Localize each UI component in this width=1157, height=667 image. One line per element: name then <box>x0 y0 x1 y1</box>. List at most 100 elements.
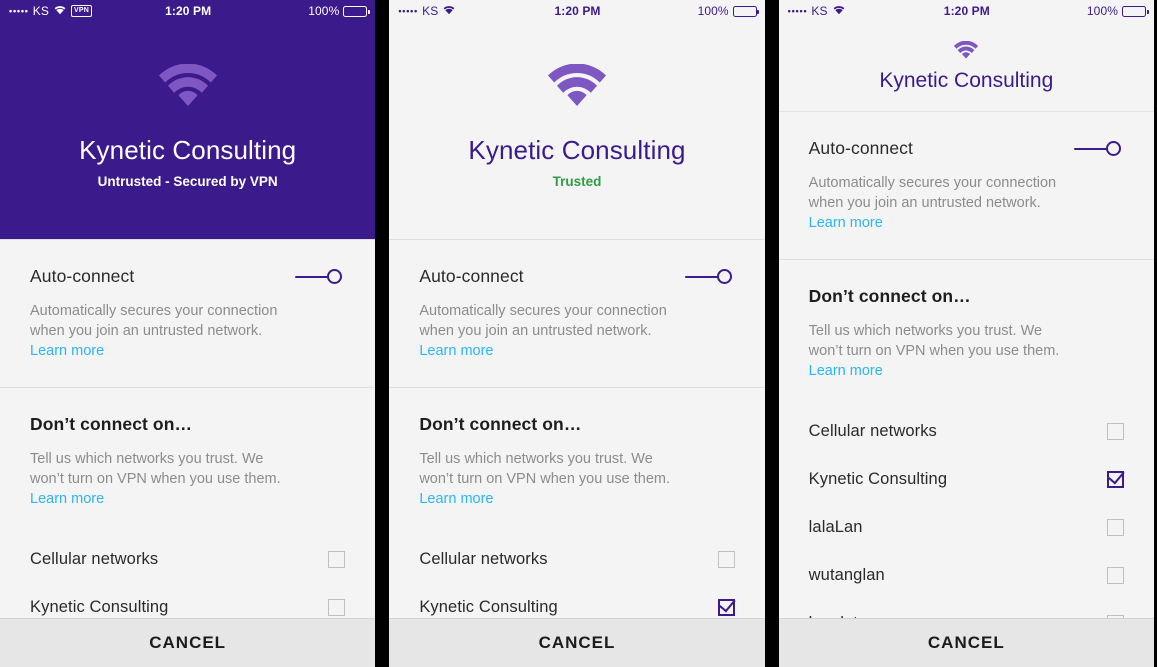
network-name: Kynetic Consulting <box>468 135 686 166</box>
network-item-checkbox[interactable] <box>717 550 735 568</box>
status-bar-left: ••••• KS <box>398 4 554 18</box>
status-bar-right: 100% <box>211 4 370 18</box>
auto-connect-row[interactable]: Auto-connect <box>30 240 345 287</box>
battery-percent-label: 100% <box>697 4 729 18</box>
learn-more-link-2[interactable]: Learn more <box>419 491 493 507</box>
auto-connect-description: Automatically secures your connection wh… <box>30 301 292 387</box>
toggle-knob <box>716 269 732 284</box>
dont-connect-description: Tell us which networks you trust. We won… <box>30 449 298 535</box>
dont-connect-description-text: Tell us which networks you trust. We won… <box>419 451 670 487</box>
network-item-label: Cellular networks <box>419 549 548 568</box>
network-name: Kynetic Consulting <box>879 68 1054 92</box>
toggle-knob <box>1105 141 1121 156</box>
network-status-label: Untrusted - Secured by VPN <box>97 173 278 189</box>
auto-connect-toggle[interactable] <box>1073 139 1124 159</box>
signal-strength-dots-icon: ••••• <box>787 5 808 16</box>
network-item-checkbox[interactable] <box>1106 422 1124 440</box>
cancel-button[interactable]: CANCEL <box>389 618 765 667</box>
network-list-item[interactable]: Cellular networks <box>419 535 735 583</box>
battery-icon <box>1122 5 1149 17</box>
status-bar-clock: 1:20 PM <box>943 4 990 18</box>
network-item-label: wutanglan <box>808 565 885 584</box>
three-phone-screenshots: ••••• KS VPN 1:20 PM 100% Kynetic Consul… <box>0 0 1157 667</box>
network-list-item[interactable]: lalaLan <box>809 503 1124 551</box>
network-hero-header: Kynetic Consulting Trusted <box>389 22 765 239</box>
auto-connect-toggle[interactable] <box>295 267 345 287</box>
cancel-button[interactable]: CANCEL <box>778 618 1154 667</box>
network-item-checkbox-checked[interactable] <box>717 598 735 616</box>
dont-connect-title: Don’t connect on… <box>419 414 582 434</box>
auto-connect-description: Automatically secures your connection wh… <box>809 173 1071 259</box>
network-status-label: Trusted <box>552 173 602 189</box>
screenshot-divider <box>375 0 390 667</box>
status-bar-left: ••••• KS VPN <box>9 4 165 18</box>
wifi-small-icon <box>953 40 979 64</box>
status-bar-clock: 1:20 PM <box>554 4 601 18</box>
carrier-label: KS <box>422 4 439 18</box>
status-bar-left: ••••• KS <box>788 4 944 18</box>
network-list-item[interactable]: lanalot <box>809 599 1124 618</box>
status-bar-right: 100% <box>990 4 1149 18</box>
status-bar-right: 100% <box>601 4 760 18</box>
battery-icon <box>732 5 760 17</box>
auto-connect-label: Auto-connect <box>30 266 135 286</box>
auto-connect-row[interactable]: Auto-connect <box>419 240 734 287</box>
network-item-checkbox-checked[interactable] <box>1106 470 1124 488</box>
network-item-label: Kynetic Consulting <box>30 597 169 616</box>
dont-connect-section: Don’t connect on… Tell us which networks… <box>778 259 1154 618</box>
battery-icon <box>343 5 370 17</box>
status-bar: ••••• KS 1:20 PM 100% <box>389 0 765 22</box>
network-item-checkbox[interactable] <box>1106 518 1124 536</box>
network-list-item[interactable]: wutanglan <box>809 551 1124 599</box>
learn-more-link[interactable]: Learn more <box>30 343 104 359</box>
wifi-large-icon <box>546 63 608 112</box>
learn-more-link-2[interactable]: Learn more <box>809 363 883 379</box>
carrier-label: KS <box>811 4 828 18</box>
auto-connect-section: Auto-connect Automatically secures your … <box>778 112 1154 259</box>
cancel-button[interactable]: CANCEL <box>0 618 376 667</box>
learn-more-link[interactable]: Learn more <box>419 343 493 359</box>
network-compact-header: Kynetic Consulting <box>778 22 1154 112</box>
auto-connect-toggle[interactable] <box>684 267 735 287</box>
wifi-status-icon <box>832 4 846 18</box>
dont-connect-description-text: Tell us which networks you trust. We won… <box>808 323 1060 359</box>
network-list-item[interactable]: Cellular networks <box>30 535 346 583</box>
dont-connect-section: Don’t connect on… Tell us which networks… <box>389 387 765 618</box>
settings-content: Auto-connect Automatically secures your … <box>389 239 765 618</box>
network-item-checkbox[interactable] <box>328 550 346 568</box>
auto-connect-label: Auto-connect <box>808 138 913 158</box>
network-item-checkbox[interactable] <box>1106 566 1124 584</box>
status-bar: ••••• KS VPN 1:20 PM 100% <box>0 0 376 22</box>
auto-connect-description-text: Automatically secures your connection wh… <box>30 303 278 339</box>
dont-connect-description-text: Tell us which networks you trust. We won… <box>30 451 281 487</box>
status-bar: ••••• KS 1:20 PM 100% <box>778 0 1154 22</box>
network-item-checkbox[interactable] <box>328 598 346 616</box>
network-item-checkbox[interactable] <box>1106 614 1124 618</box>
auto-connect-row[interactable]: Auto-connect <box>809 112 1124 159</box>
network-hero-header: Kynetic Consulting Untrusted - Secured b… <box>0 22 376 239</box>
vpn-badge-icon: VPN <box>70 5 92 17</box>
network-list-item[interactable]: Kynetic Consulting <box>419 583 735 618</box>
auto-connect-description-text: Automatically secures your connection wh… <box>808 175 1057 211</box>
toggle-track <box>295 275 330 278</box>
signal-strength-dots-icon: ••••• <box>9 5 29 16</box>
network-list-item[interactable]: Cellular networks <box>809 407 1124 455</box>
dont-connect-section: Don’t connect on… Tell us which networks… <box>0 387 376 618</box>
network-list-item[interactable]: Kynetic Consulting <box>809 455 1124 503</box>
wifi-large-icon <box>157 63 219 112</box>
network-item-label: Kynetic Consulting <box>808 469 948 488</box>
auto-connect-section: Auto-connect Automatically secures your … <box>389 239 765 387</box>
toggle-track <box>1073 147 1108 150</box>
network-item-label: Cellular networks <box>808 421 937 440</box>
auto-connect-label: Auto-connect <box>419 266 524 286</box>
dont-connect-description: Tell us which networks you trust. We won… <box>809 321 1077 407</box>
learn-more-link-2[interactable]: Learn more <box>30 491 104 507</box>
phone-screen-scrolled-list: ••••• KS 1:20 PM 100% Kynetic Consulting <box>778 0 1154 667</box>
phone-screen-trusted: ••••• KS 1:20 PM 100% Kynetic Consulting… <box>389 0 765 667</box>
network-item-label: Cellular networks <box>30 549 159 568</box>
learn-more-link[interactable]: Learn more <box>809 215 883 231</box>
toggle-knob <box>327 269 343 284</box>
network-list-item[interactable]: Kynetic Consulting <box>30 583 346 618</box>
auto-connect-section: Auto-connect Automatically secures your … <box>0 239 376 387</box>
dont-connect-title: Don’t connect on… <box>808 286 971 306</box>
